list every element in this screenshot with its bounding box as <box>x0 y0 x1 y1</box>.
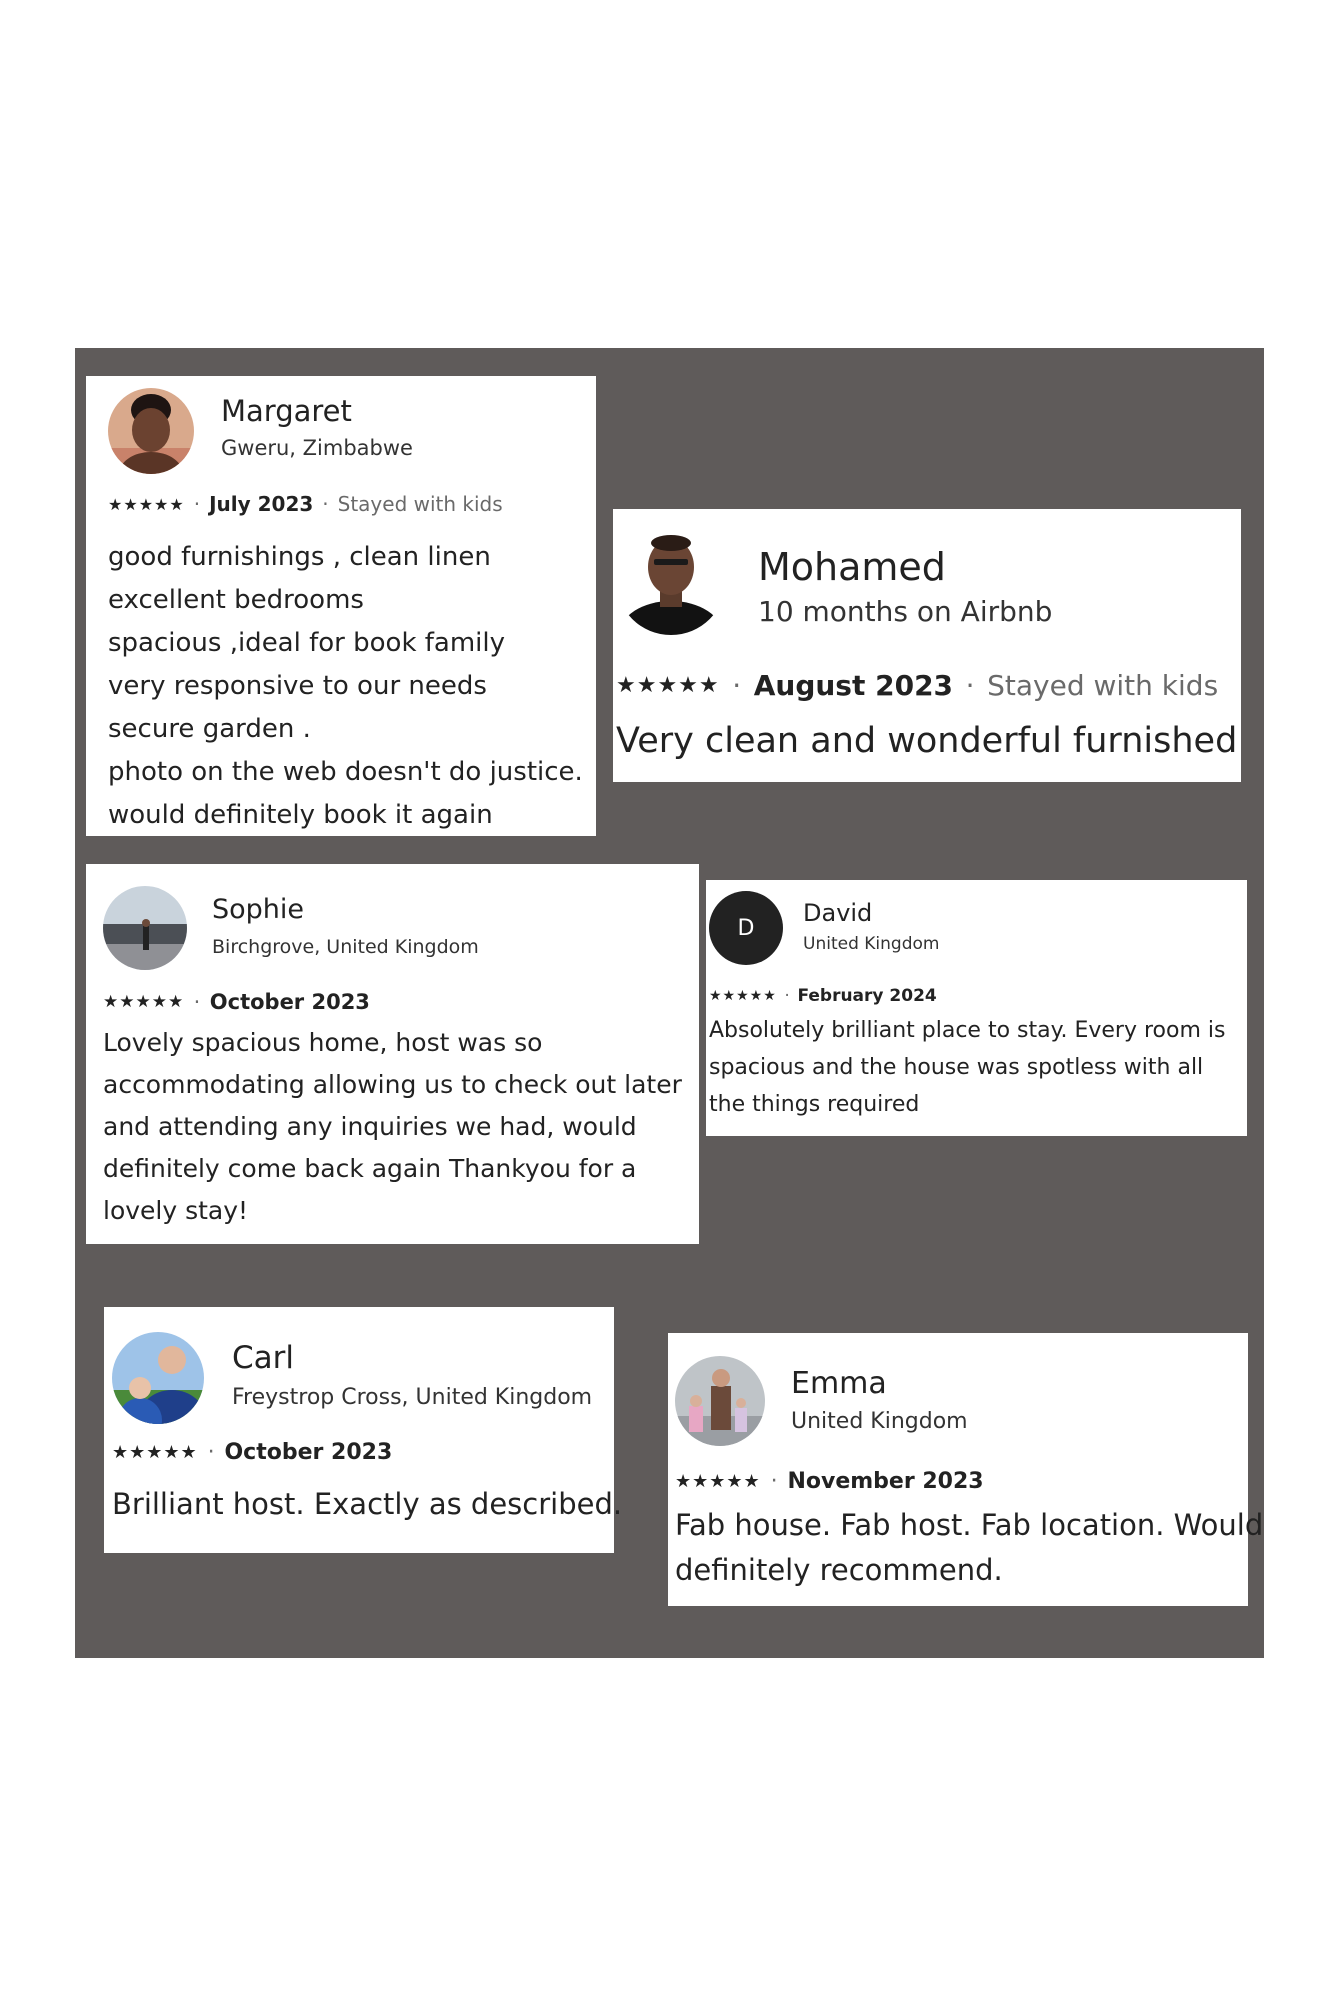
reviewer-name: David <box>803 899 873 927</box>
review-date: July 2023 <box>209 492 314 516</box>
person-photo-icon <box>616 525 726 635</box>
review-date: November 2023 <box>787 1469 984 1494</box>
star-rating: ★★★★★ <box>103 992 185 1012</box>
review-meta: ★★★★★ · October 2023 <box>103 990 370 1014</box>
avatar[interactable] <box>108 388 194 474</box>
review-date: October 2023 <box>209 990 370 1014</box>
avatar[interactable] <box>675 1356 765 1446</box>
review-meta: ★★★★★ · November 2023 <box>675 1469 984 1494</box>
avatar[interactable]: D <box>709 891 783 965</box>
review-text: Brilliant host. Exactly as described. <box>112 1487 623 1521</box>
review-card-emma: Emma United Kingdom ★★★★★ · November 202… <box>668 1333 1263 1606</box>
star-rating: ★★★★★ <box>108 494 185 514</box>
review-card-sophie: Sophie Birchgrove, United Kingdom ★★★★★ … <box>86 864 699 1244</box>
person-photo-icon <box>675 1356 765 1446</box>
reviewer-location: Freystrop Cross, United Kingdom <box>232 1385 593 1410</box>
review-date: August 2023 <box>753 669 954 702</box>
separator-dot: · <box>322 492 329 516</box>
star-rating: ★★★★★ <box>709 988 777 1004</box>
avatar[interactable] <box>103 886 187 970</box>
initial-avatar: D <box>709 891 783 965</box>
star-rating: ★★★★★ <box>112 1442 198 1463</box>
reviewer-name: Sophie <box>212 894 305 925</box>
review-text: Very clean and wonderful furnished <box>616 721 1238 761</box>
avatar[interactable] <box>616 525 726 635</box>
separator-dot: · <box>770 1469 778 1494</box>
review-meta: ★★★★★ · July 2023 · Stayed with kids <box>108 492 503 516</box>
review-card-david: D David United Kingdom ★★★★★ · February … <box>706 880 1247 1136</box>
review-text: Absolutely brilliant place to stay. Ever… <box>709 1018 1226 1117</box>
separator-dot: · <box>965 669 975 702</box>
reviewer-name: Emma <box>791 1366 887 1401</box>
review-meta: ★★★★★ · October 2023 <box>112 1440 392 1465</box>
reviewer-location: United Kingdom <box>791 1409 968 1434</box>
trip-type: Stayed with kids <box>987 669 1219 702</box>
reviewer-location: Gweru, Zimbabwe <box>221 436 413 460</box>
landscape-photo-icon <box>103 886 187 970</box>
reviewer-name: Margaret <box>221 394 352 428</box>
review-text: Lovely spacious home, host was so accomm… <box>103 1028 682 1225</box>
person-photo-icon <box>112 1332 204 1424</box>
avatar[interactable] <box>112 1332 204 1424</box>
separator-dot: · <box>784 986 790 1006</box>
reviewer-name: Carl <box>232 1340 294 1376</box>
review-date: February 2024 <box>797 986 937 1006</box>
trip-type: Stayed with kids <box>337 492 503 516</box>
review-meta: ★★★★★ · August 2023 · Stayed with kids <box>616 669 1218 702</box>
reviewer-name: Mohamed <box>758 545 946 589</box>
reviewer-location: United Kingdom <box>803 934 940 954</box>
review-card-carl: Carl Freystrop Cross, United Kingdom ★★★… <box>104 1307 622 1553</box>
review-meta: ★★★★★ · February 2024 <box>709 986 937 1006</box>
review-date: October 2023 <box>224 1440 393 1465</box>
review-card-mohamed: Mohamed 10 months on Airbnb ★★★★★ · Augu… <box>613 509 1241 782</box>
star-rating: ★★★★★ <box>675 1471 761 1492</box>
review-card-margaret: Margaret Gweru, Zimbabwe ★★★★★ · July 20… <box>86 376 596 836</box>
reviewer-location: 10 months on Airbnb <box>758 595 1053 628</box>
separator-dot: · <box>193 990 201 1014</box>
person-photo-icon <box>108 388 194 474</box>
separator-dot: · <box>193 492 201 516</box>
star-rating: ★★★★★ <box>616 673 720 698</box>
separator-dot: · <box>207 1440 215 1465</box>
separator-dot: · <box>732 669 742 702</box>
review-text: good furnishings , clean linen excellent… <box>108 542 583 830</box>
review-text: Fab house. Fab host. Fab location. Would… <box>675 1508 1264 1587</box>
reviewer-location: Birchgrove, United Kingdom <box>212 936 479 958</box>
